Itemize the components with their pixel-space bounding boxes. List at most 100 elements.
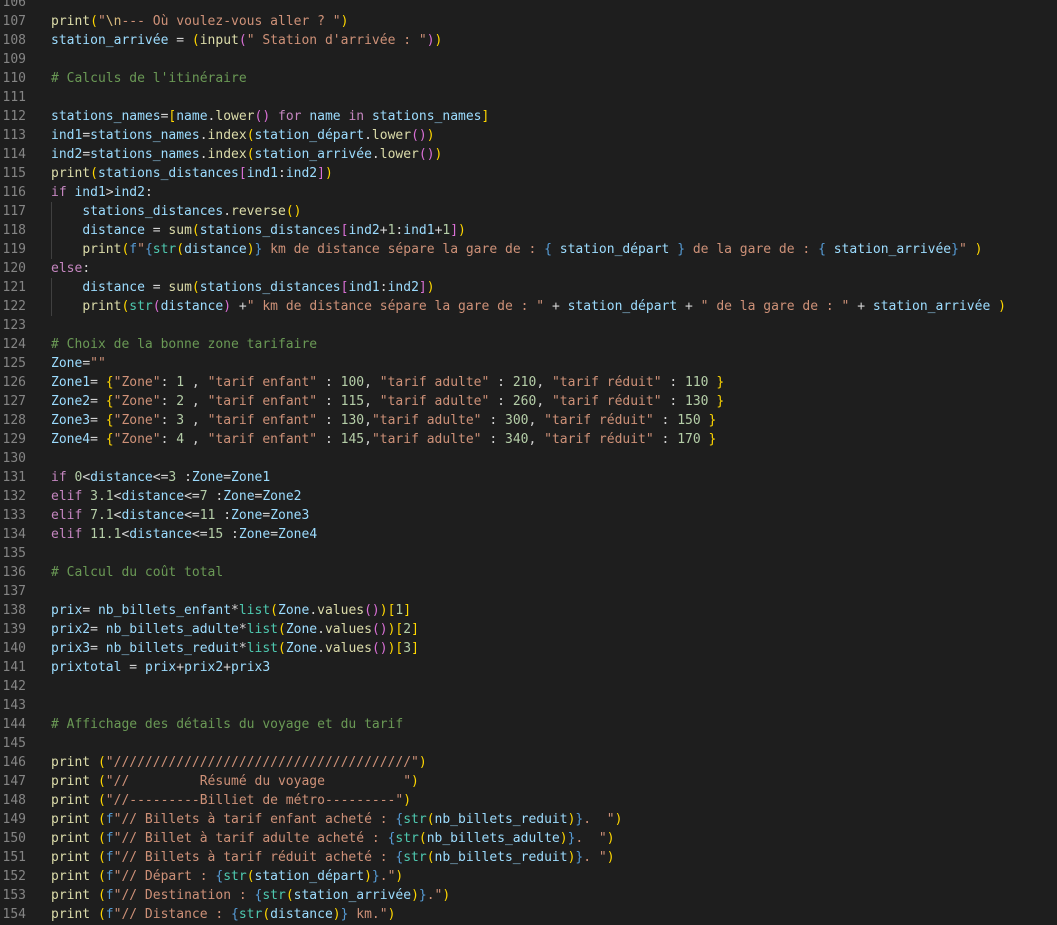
code-token: : (176, 470, 192, 485)
code-token: distance (82, 223, 145, 238)
code-line[interactable]: 129 Zone4= {"Zone": 4 , "tarif enfant" : … (0, 430, 1057, 449)
code-line[interactable]: 117 stations_distances.reverse() (0, 202, 1057, 221)
code-token: , (364, 394, 380, 409)
code-line[interactable]: 151 print (f"// Billets à tarif réduit ac… (0, 848, 1057, 867)
code-line[interactable]: 136 # Calcul du coût total (0, 563, 1057, 582)
code-line[interactable]: 112 stations_names=[name.lower() for name… (0, 107, 1057, 126)
code-token: ind1 (51, 128, 83, 143)
code-token: ." (379, 869, 396, 884)
code-line[interactable]: 137 (0, 582, 1057, 601)
code-line[interactable]: 141 prixtotal = prix+prix2+prix3 (0, 658, 1057, 677)
code-token: print (51, 793, 91, 808)
code-token: ) (332, 907, 341, 922)
code-line[interactable]: 115 print(stations_distances[ind1:ind2]) (0, 164, 1057, 183)
code-token: 3 (176, 413, 185, 428)
code-line[interactable]: 123 (0, 316, 1057, 335)
code-line[interactable]: 122 print(str(distance) +" km de distanc… (0, 297, 1057, 316)
code-token: ) (411, 774, 419, 789)
code-token: = (90, 413, 106, 428)
code-token: , (536, 375, 552, 390)
code-token: ( (97, 793, 106, 808)
code-line[interactable]: 126 Zone1= {"Zone": 1 , "tarif enfant" : … (0, 373, 1057, 392)
code-token: = (90, 622, 106, 637)
code-token: { (144, 242, 153, 257)
code-token: "Zone" (113, 432, 161, 447)
code-editor[interactable]: 106 107 print("\n--- Où voulez-vous aller … (0, 0, 1057, 925)
code-token: . " (583, 812, 615, 827)
code-token: nb_billets_reduit (105, 641, 239, 656)
code-line[interactable]: 153 print (f"// Destination : {str(statio… (0, 886, 1057, 905)
code-line[interactable]: 106 (0, 0, 1057, 12)
code-token: : (160, 394, 177, 409)
code-token: km." (348, 907, 388, 922)
code-token: ) (559, 831, 568, 846)
code-line[interactable]: 149 print (f"// Billets à tarif enfant ac… (0, 810, 1057, 829)
code-line[interactable]: 110 # Calculs de l'itinéraire (0, 69, 1057, 88)
code-line[interactable]: 146 print ("/////////////////////////////… (0, 753, 1057, 772)
line-number: 129 (2, 432, 26, 447)
code-token: print (51, 831, 91, 846)
code-line[interactable]: 147 print ("// Résumé du voyage ") (0, 772, 1057, 791)
code-line[interactable]: 107 print("\n--- Où voulez-vous aller ? "… (0, 12, 1057, 31)
code-line[interactable]: 111 (0, 88, 1057, 107)
code-line[interactable]: 135 (0, 544, 1057, 563)
code-token: ( (278, 622, 286, 637)
code-line[interactable]: 113 ind1=stations_names.index(station_dép… (0, 126, 1057, 145)
code-line[interactable]: 145 (0, 734, 1057, 753)
code-line[interactable]: 108 station_arrivée = (input(" Station d'… (0, 31, 1057, 50)
code-token: < (82, 470, 91, 485)
code-token: --- Où voulez-vous aller ? " (121, 14, 341, 29)
code-line[interactable]: 139 prix2= nb_billets_adulte*list(Zone.va… (0, 620, 1057, 639)
code-line[interactable]: 119 print(f"{str(distance)} km de distan… (0, 240, 1057, 259)
code-token: prix2 (51, 622, 91, 637)
code-token: : (317, 394, 341, 409)
code-line[interactable]: 121 distance = sum(stations_distances[in… (0, 278, 1057, 297)
code-line[interactable]: 148 print ("//---------Billiet de métro--… (0, 791, 1057, 810)
code-line[interactable]: 125 Zone="" (0, 354, 1057, 373)
code-token: = (90, 641, 106, 656)
code-line[interactable]: 144 # Affichage des détails du voyage et … (0, 715, 1057, 734)
code-token: * (238, 622, 247, 637)
code-line[interactable]: 130 (0, 449, 1057, 468)
code-token: prix (51, 603, 83, 618)
code-token: : (317, 413, 341, 428)
code-token: ( (176, 242, 185, 257)
code-text: print ("// Résumé du voyage ") (51, 772, 419, 791)
code-line[interactable]: 138 prix= nb_billets_enfant*list(Zone.val… (0, 601, 1057, 620)
code-text: station_arrivée = (input(" Station d'arr… (51, 31, 442, 50)
code-token: : (160, 375, 177, 390)
code-token: Zone (51, 356, 83, 371)
code-token: . (317, 641, 325, 656)
code-line[interactable]: 109 (0, 50, 1057, 69)
code-line[interactable]: 132 elif 3.1<distance<=7 :Zone=Zone2 (0, 487, 1057, 506)
code-line[interactable]: 140 prix3= nb_billets_reduit*list(Zone.va… (0, 639, 1057, 658)
code-line[interactable]: 120 else: (0, 259, 1057, 278)
code-text: print(f"{str(distance)} km de distance s… (51, 240, 982, 259)
code-line[interactable]: 128 Zone3= {"Zone": 3 , "tarif enfant" : … (0, 411, 1057, 430)
code-token: "//---------Billiet de métro---------" (105, 793, 404, 808)
code-token: sum (168, 280, 192, 295)
code-line[interactable]: 154 print (f"// Distance : {str(distance)… (0, 905, 1057, 924)
code-token: values (317, 603, 365, 618)
code-line[interactable]: 116 if ind1>ind2: (0, 183, 1057, 202)
code-line[interactable]: 118 distance = sum(stations_distances[in… (0, 221, 1057, 240)
code-line[interactable]: 150 print (f"// Billet à tarif adulte ach… (0, 829, 1057, 848)
code-line[interactable]: 142 (0, 677, 1057, 696)
code-token: distance (129, 527, 192, 542)
code-line[interactable]: 114 ind2=stations_names.index(station_arr… (0, 145, 1057, 164)
code-token: } (708, 413, 717, 428)
code-line[interactable]: 131 if 0<distance<=3 :Zone=Zone1 (0, 468, 1057, 487)
code-token: { (818, 242, 826, 257)
code-token: ) (426, 280, 435, 295)
code-line[interactable]: 143 (0, 696, 1057, 715)
code-line[interactable]: 127 Zone2= {"Zone": 2 , "tarif enfant" : … (0, 392, 1057, 411)
code-token: ) (458, 223, 466, 238)
code-line[interactable]: 152 print (f"// Départ : {str(station_dép… (0, 867, 1057, 886)
code-token: "tarif adulte" (371, 432, 482, 447)
code-token: : (661, 394, 686, 409)
code-line[interactable]: 133 elif 7.1<distance<=11 :Zone=Zone3 (0, 506, 1057, 525)
code-line[interactable]: 124 # Choix de la bonne zone tarifaire (0, 335, 1057, 354)
code-token: () (371, 641, 388, 656)
code-line[interactable]: 134 elif 11.1<distance<=15 :Zone=Zone4 (0, 525, 1057, 544)
code-token: ( (90, 14, 98, 29)
